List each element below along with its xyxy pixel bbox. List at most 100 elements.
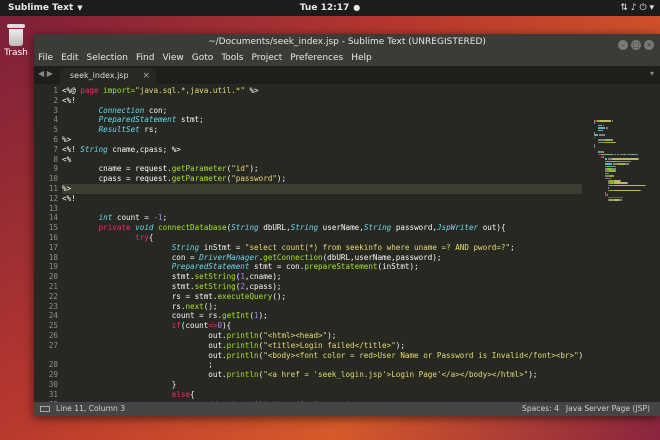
code-line[interactable]: con = DriverManager.getConnection(dbURL,…: [62, 253, 582, 263]
code-line[interactable]: rs = stmt.executeQuery();: [62, 292, 582, 302]
code-line[interactable]: }: [62, 380, 582, 390]
maximize-button[interactable]: □: [631, 40, 641, 50]
code-token: );: [327, 330, 337, 340]
code-token: PreparedStatement: [98, 115, 177, 125]
code-line[interactable]: [62, 204, 582, 214]
code-line[interactable]: String inStmt = "select count(*) from se…: [62, 243, 582, 253]
minimap-line: [612, 168, 616, 170]
code-line[interactable]: Connection con;: [62, 106, 582, 116]
code-token: %>: [244, 86, 259, 95]
menu-item-goto[interactable]: Goto: [188, 50, 218, 66]
code-token: println: [226, 370, 259, 380]
minimap-line: [608, 196, 623, 199]
code-line[interactable]: <%!: [62, 96, 582, 106]
volume-icon[interactable]: ♪: [631, 3, 637, 13]
tab-seek-index[interactable]: seek_index.jsp ×: [60, 68, 156, 84]
minimap-line: [603, 153, 611, 156]
minimap[interactable]: [588, 84, 660, 402]
menu-item-preferences[interactable]: Preferences: [286, 50, 347, 66]
menu-item-edit[interactable]: Edit: [57, 50, 82, 66]
menu-item-selection[interactable]: Selection: [83, 50, 132, 66]
menu-item-view[interactable]: View: [158, 50, 187, 66]
code-line[interactable]: %>: [62, 183, 582, 194]
trash-label: Trash: [4, 48, 28, 58]
code-line[interactable]: try{: [62, 233, 582, 243]
code-line[interactable]: <%@ page import="java.sql.*,java.util.*"…: [62, 86, 582, 96]
code-line[interactable]: <%: [62, 155, 582, 165]
minimap-line: [618, 199, 623, 201]
code-line[interactable]: int count = -1;: [62, 213, 582, 223]
code-token: DriverManager: [199, 252, 259, 262]
minimap-line: [619, 160, 631, 163]
minimap-line: [613, 184, 645, 187]
code-line[interactable]: <%! String cname,cpass; %>: [62, 145, 582, 155]
menu-bar: File Edit Selection Find View Goto Tools Projec…: [34, 50, 660, 66]
minimap-line: [594, 146, 596, 148]
chevron-down-icon[interactable]: ▾: [649, 3, 654, 13]
syntax-selector[interactable]: Java Server Page (JSP): [566, 402, 650, 416]
code-line[interactable]: cpass = request.getParameter("password")…: [62, 174, 582, 184]
code-token: dbURL,: [258, 223, 291, 233]
code-line[interactable]: PreparedStatement stmt = con.prepareStat…: [62, 262, 582, 272]
code-line[interactable]: else{: [62, 390, 582, 400]
minimap-line: [625, 163, 630, 165]
code-line[interactable]: ResultSet rs;: [62, 125, 582, 135]
minimap-line: [626, 182, 628, 184]
code-line[interactable]: PreparedStatement stmt;: [62, 115, 582, 125]
code-line[interactable]: <%!: [62, 194, 582, 204]
close-icon[interactable]: ×: [142, 68, 150, 84]
tab-bar: ◀ ▶ seek_index.jsp × ▾: [34, 66, 660, 84]
minimap-line: [611, 120, 613, 122]
clock[interactable]: Tue 12:17 ●: [0, 0, 660, 16]
code-editor[interactable]: 1 2 3 4 5 6 7 8 9 10 11 12 13 14 15 16 17 18 19 20 21 22 23 24 2…: [34, 84, 660, 402]
panel-toggle-icon[interactable]: [40, 406, 50, 412]
clock-text: Tue 12:17: [299, 3, 350, 13]
line-number: 25: [48, 321, 58, 331]
code-line[interactable]: rs.next();: [62, 302, 582, 312]
code-line[interactable]: stmt.setString(1,cname);: [62, 272, 582, 282]
code-token: setString: [194, 281, 236, 291]
network-icon[interactable]: ⇅: [620, 3, 628, 13]
code-token: if: [171, 321, 181, 331]
menu-item-project[interactable]: Project: [247, 50, 286, 66]
code-line[interactable]: out.println("<html><head>");: [62, 331, 582, 341]
code-token: ){: [222, 321, 232, 331]
close-button[interactable]: ×: [644, 40, 654, 50]
system-tray[interactable]: ⇅ ♪ ⏻ ▾: [620, 0, 654, 16]
code-line[interactable]: out.println("<a href = 'seek_login.jsp'>…: [62, 370, 582, 380]
menu-item-tools[interactable]: Tools: [217, 50, 247, 66]
code-line[interactable]: count = rs.getInt(1);: [62, 311, 582, 321]
code-area[interactable]: <%@ page import="java.sql.*,java.util.*"…: [62, 86, 583, 402]
code-token: String: [363, 223, 392, 233]
menu-item-help[interactable]: Help: [347, 50, 376, 66]
code-token: cpass = request.: [62, 174, 172, 184]
indentation-setting[interactable]: Spaces: 4: [522, 402, 559, 416]
sublime-window: ~/Documents/seek_index.jsp - Sublime Tex…: [34, 34, 660, 416]
tab-nav-arrows-icon[interactable]: ◀ ▶: [38, 69, 53, 78]
code-token: prepareStatement: [304, 262, 378, 272]
menu-item-find[interactable]: Find: [132, 50, 158, 66]
tab-dropdown-icon[interactable]: ▾: [650, 69, 654, 78]
code-line[interactable]: %>: [62, 135, 582, 145]
code-token: count =: [112, 213, 154, 223]
code-line[interactable]: out.println("<title>Login failed</title>…: [62, 341, 582, 351]
code-line[interactable]: if(count<=0){: [62, 321, 582, 331]
minimize-button[interactable]: –: [618, 40, 628, 50]
minimap-line: [598, 134, 606, 136]
code-line[interactable]: private void connectDatabase(String dbUR…: [62, 223, 582, 233]
code-token: String: [290, 223, 319, 233]
menu-item-file[interactable]: File: [34, 50, 57, 66]
code-line[interactable]: out.println("<body><font color = red>Use…: [62, 351, 583, 361]
code-line[interactable]: ;: [62, 360, 582, 370]
window-titlebar[interactable]: ~/Documents/seek_index.jsp - Sublime Tex…: [34, 34, 660, 50]
code-line[interactable]: stmt.setString(2,cpass);: [62, 282, 582, 292]
code-token: ,cpass);: [244, 281, 282, 291]
code-token: next: [185, 301, 204, 311]
power-icon[interactable]: ⏻: [639, 3, 646, 13]
code-token: stmt.: [62, 272, 195, 282]
code-token: inStmt =: [199, 242, 245, 252]
code-line[interactable]: cname = request.getParameter("id");: [62, 164, 582, 174]
line-number: [34, 351, 58, 361]
desktop-trash[interactable]: Trash: [2, 24, 30, 58]
